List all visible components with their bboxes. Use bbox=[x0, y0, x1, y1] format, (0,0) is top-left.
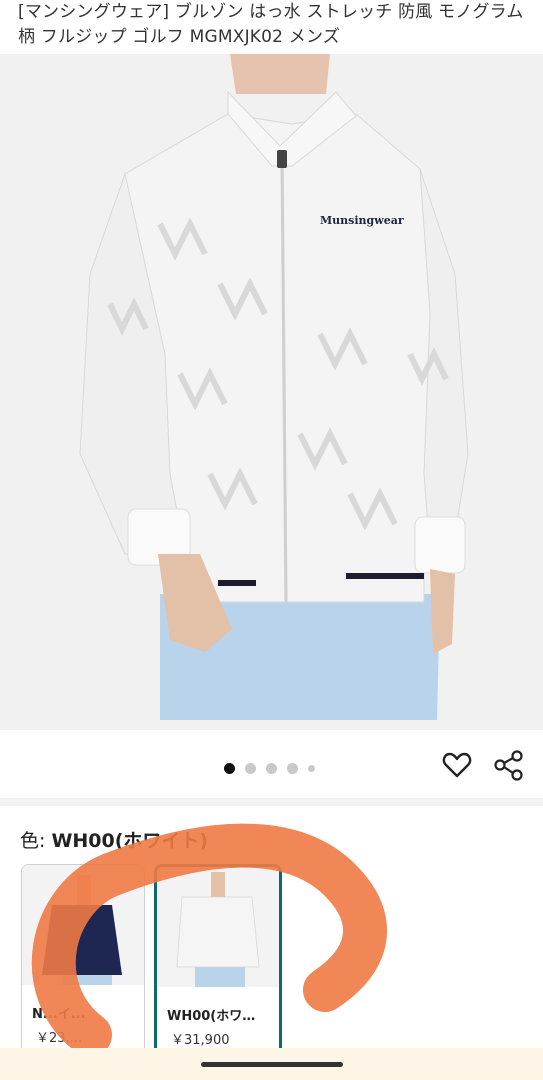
gallery-dot-2[interactable] bbox=[245, 763, 256, 774]
gallery-dot-3[interactable] bbox=[266, 763, 277, 774]
gallery-dot-1[interactable] bbox=[224, 763, 235, 774]
garment-logo: Munsingwear bbox=[320, 214, 404, 227]
swatch-name: N...イ... bbox=[32, 1007, 86, 1022]
color-swatch-navy[interactable]: N...イ... ￥23,... bbox=[21, 864, 145, 1066]
share-icon[interactable] bbox=[492, 748, 526, 782]
swatch-price: ￥31,900 bbox=[171, 1033, 230, 1048]
swatch-name: WH00(ホワ… bbox=[167, 1009, 256, 1024]
home-indicator[interactable] bbox=[201, 1062, 343, 1067]
color-value: WH00(ホワイト) bbox=[51, 830, 209, 852]
gallery-dot-5[interactable] bbox=[308, 765, 315, 772]
section-divider bbox=[0, 798, 543, 806]
product-title: [マンシングウェア] ブルゾン はっ水 ストレッチ 防風 モノグラム柄 フルジッ… bbox=[18, 2, 524, 47]
heart-outline-icon[interactable] bbox=[440, 748, 474, 782]
color-label: 色: bbox=[20, 830, 52, 852]
gallery-controls bbox=[0, 730, 543, 800]
gallery-dot-4[interactable] bbox=[287, 763, 298, 774]
gallery-pagination bbox=[224, 763, 315, 774]
color-swatch-white[interactable]: WH00(ホワ… ￥31,900 bbox=[154, 864, 282, 1070]
swatch-image bbox=[157, 867, 279, 987]
swatch-image bbox=[22, 865, 144, 985]
color-selection-label: 色: WH00(ホワイト) bbox=[20, 826, 208, 853]
swatch-price: ￥23,... bbox=[36, 1031, 83, 1046]
product-image[interactable]: Munsingwear bbox=[0, 54, 543, 730]
